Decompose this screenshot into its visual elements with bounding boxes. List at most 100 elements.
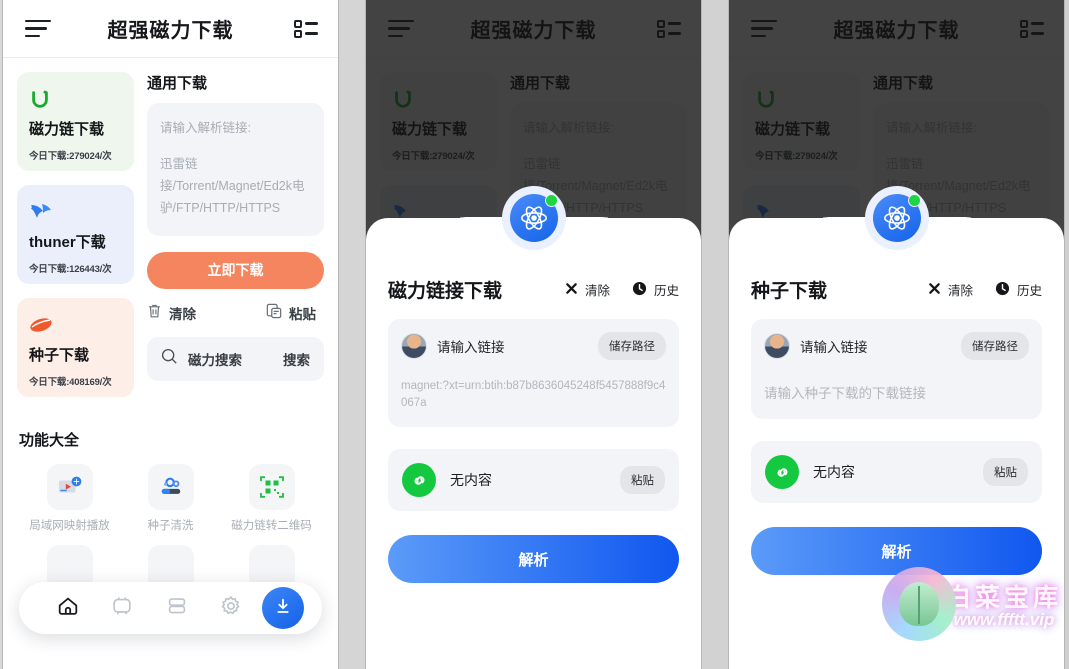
storage-path-button[interactable]: 储存路径 (598, 332, 666, 360)
clear-button[interactable]: 清除 (147, 303, 196, 323)
qr-code-icon (248, 464, 295, 510)
phone-panel-home: 超强磁力下载 磁力链下载 今日下载:279024/次 thuner下载 今日下载… (2, 0, 339, 669)
card-count: 今日下载:408169/次 (29, 377, 112, 388)
home-icon (56, 594, 80, 623)
card-stack-icon (165, 594, 189, 623)
feature-label: 磁力链转二维码 (231, 520, 312, 532)
general-download-panel: 通用下载 请输入解析链接: 迅雷链接/Torrent/Magnet/Ed2k电驴… (147, 72, 324, 411)
grid-menu-icon[interactable] (294, 19, 318, 38)
link-input[interactable]: 请输入解析链接: 迅雷链接/Torrent/Magnet/Ed2k电驴/FTP/… (147, 103, 324, 236)
sheet-clear-label: 清除 (584, 284, 610, 298)
download-card-torrent[interactable]: 种子下载 今日下载:408169/次 (17, 298, 134, 397)
feature-item-qr[interactable]: 磁力链转二维码 (221, 464, 322, 533)
sheet-clear-label: 清除 (947, 284, 973, 298)
card-count: 今日下载:279024/次 (29, 151, 112, 162)
feature-item-lan-cast[interactable]: 局域网映射播放 (19, 464, 120, 533)
sheet-body: 种子下载 清除 历史 请输入链接 储存路径 请输入种子下载的下载链接 无内容 粘… (729, 218, 1064, 575)
sheet-title: 磁力链接下载 (388, 281, 503, 302)
feature-label: 局域网映射播放 (29, 520, 110, 532)
clipboard-label: 无内容 (450, 472, 492, 489)
paste-icon (266, 303, 282, 322)
storage-path-button[interactable]: 储存路径 (961, 332, 1029, 360)
trash-icon (147, 303, 162, 322)
input-top-row: 请输入链接 储存路径 (764, 332, 1029, 360)
sheet-history-button[interactable]: 历史 (632, 280, 679, 299)
tv-icon (110, 594, 134, 623)
paste-label: 粘贴 (289, 306, 316, 322)
seed-icon (29, 310, 124, 340)
sheet-body: 磁力链接下载 清除 历史 请输入链接 储存路径 magnet:?xt=urn:b… (366, 218, 701, 584)
download-now-button[interactable]: 立即下载 (147, 251, 324, 289)
feature-label: 种子清洗 (147, 520, 194, 532)
phone-panel-magnet-sheet: 超强磁力下载 磁力链下载 今日下载:279024/次 (365, 0, 702, 669)
download-card-thunder[interactable]: thuner下载 今日下载:126443/次 (17, 185, 134, 284)
link-icon (402, 463, 436, 498)
user-avatar (401, 333, 427, 359)
sheet-history-button[interactable]: 历史 (995, 280, 1042, 299)
magnet-download-sheet: 磁力链接下载 清除 历史 请输入链接 储存路径 magnet:?xt=urn:b… (366, 186, 701, 669)
clipboard-label: 无内容 (813, 464, 855, 480)
sheet-clear-button[interactable]: 清除 (928, 280, 973, 299)
nav-item-tv[interactable] (95, 594, 149, 623)
phone-panel-torrent-sheet: 超强磁力下载 磁力链下载 今日下载:279024/次 (728, 0, 1065, 669)
search-icon (161, 348, 178, 370)
clipboard-paste-button[interactable]: 粘贴 (983, 458, 1028, 486)
hamburger-icon[interactable] (25, 19, 51, 38)
magnet-link-value: magnet:?xt=urn:btih:b87b8636045248f54578… (401, 380, 666, 409)
close-x-icon (928, 282, 941, 298)
download-card-magnet[interactable]: 磁力链下载 今日下载:279024/次 (17, 72, 134, 171)
download-card-list: 磁力链下载 今日下载:279024/次 thuner下载 今日下载:126443… (17, 72, 134, 411)
clipboard-card: 无内容 粘贴 (751, 441, 1042, 503)
bottom-nav (19, 582, 322, 634)
sheet-header: 磁力链接下载 清除 历史 (388, 276, 679, 303)
link-input-label: 请输入解析链接: (160, 121, 251, 135)
download-icon (273, 596, 293, 621)
clear-label: 清除 (169, 306, 196, 322)
sheet-clear-button[interactable]: 清除 (565, 280, 610, 299)
torrent-input-card[interactable]: 请输入链接 储存路径 请输入种子下载的下载链接 (751, 319, 1042, 419)
app-header: 超强磁力下载 (3, 0, 338, 58)
nav-item-settings[interactable] (204, 594, 258, 623)
torrent-link-input[interactable]: 请输入链接 (800, 336, 868, 356)
card-title: 种子下载 (29, 347, 90, 364)
screenshot-stage: 超强磁力下载 磁力链下载 今日下载:279024/次 thuner下载 今日下载… (0, 0, 1069, 669)
input-top-row: 请输入链接 储存路径 (401, 332, 666, 360)
link-actions: 清除 粘贴 (147, 303, 324, 323)
download-fab-button[interactable] (262, 587, 304, 629)
user-avatar (764, 333, 790, 359)
magnet-icon (29, 84, 124, 114)
link-icon (765, 455, 799, 489)
page-title: 超强磁力下载 (107, 20, 234, 42)
sheet-history-label: 历史 (1016, 284, 1042, 298)
clock-icon (632, 281, 647, 299)
card-count: 今日下载:126443/次 (29, 264, 112, 275)
magnet-input-card[interactable]: 请输入链接 储存路径 magnet:?xt=urn:btih:b87b86360… (388, 319, 679, 428)
section-title: 通用下载 (147, 75, 208, 92)
clipboard-card: 无内容 粘贴 (388, 449, 679, 512)
online-dot (544, 194, 558, 207)
link-input-hint: 迅雷链接/Torrent/Magnet/Ed2k电驴/FTP/HTTP/HTTP… (160, 157, 305, 215)
torrent-clean-icon (147, 464, 194, 510)
sheet-title: 种子下载 (751, 281, 828, 302)
search-button[interactable]: 搜索 (283, 349, 310, 369)
close-x-icon (565, 282, 578, 298)
torrent-download-sheet: 种子下载 清除 历史 请输入链接 储存路径 请输入种子下载的下载链接 无内容 粘… (729, 186, 1064, 669)
atom-icon (501, 186, 566, 250)
magnet-search-box[interactable]: 磁力搜索 搜索 (147, 336, 324, 381)
nav-item-cards[interactable] (150, 594, 204, 623)
clipboard-paste-button[interactable]: 粘贴 (620, 466, 665, 495)
nav-item-home[interactable] (41, 594, 95, 623)
features-title: 功能大全 (19, 429, 84, 451)
search-input[interactable]: 磁力搜索 (188, 349, 242, 369)
clock-icon (995, 281, 1010, 299)
parse-button[interactable]: 解析 (388, 535, 679, 584)
thunder-bird-icon (29, 197, 124, 227)
sheet-header: 种子下载 清除 历史 (751, 276, 1042, 303)
feature-item-torrent-clean[interactable]: 种子清洗 (120, 464, 221, 533)
parse-button[interactable]: 解析 (751, 527, 1042, 575)
magnet-link-input[interactable]: 请输入链接 (437, 336, 505, 356)
home-content: 磁力链下载 今日下载:279024/次 thuner下载 今日下载:126443… (3, 58, 338, 411)
card-title: thuner下载 (29, 234, 106, 251)
paste-button[interactable]: 粘贴 (266, 303, 316, 323)
online-dot (907, 194, 921, 207)
